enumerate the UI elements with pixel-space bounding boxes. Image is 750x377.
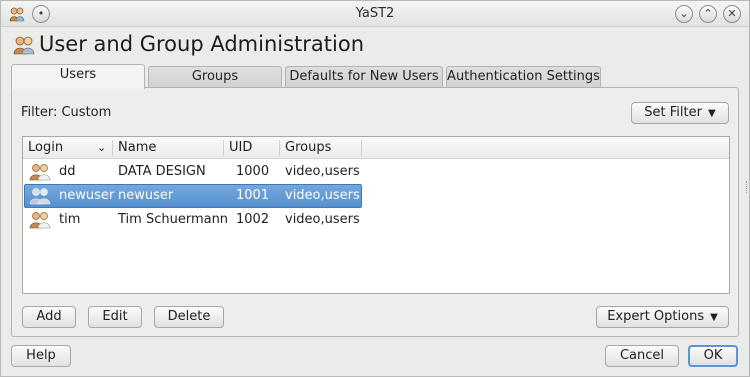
user-pair-icon [29,164,51,181]
titlebar: • YaST2 ⌄ ⌃ ✕ [1,1,749,27]
column-separator [361,140,362,156]
help-label: Help [26,348,56,363]
cell-name: newuser [118,188,174,203]
tab-defaults[interactable]: Defaults for New Users [285,66,443,88]
chevron-down-icon: ▼ [707,108,716,119]
column-separator [223,140,224,156]
delete-label: Delete [167,309,211,324]
cell-login: newuser [59,188,115,203]
table-row-selected[interactable]: newuser newuser 1001 video,users [24,184,362,208]
delete-button[interactable]: Delete [154,306,224,328]
filter-label: Filter: Custom [21,105,112,120]
cancel-button[interactable]: Cancel [605,345,679,367]
cancel-label: Cancel [619,348,665,363]
edit-button[interactable]: Edit [88,306,142,328]
resize-grip[interactable] [746,181,748,193]
user-pair-icon [29,188,51,205]
cell-uid: 1002 [236,212,270,227]
cell-login: dd [59,164,76,179]
tab-users-label: Users [59,67,97,82]
expert-options-button[interactable]: Expert Options ▼ [596,306,729,328]
ok-button[interactable]: OK [688,345,738,367]
tab-users[interactable]: Users [11,64,145,89]
chevron-down-icon: ▼ [710,312,718,323]
minimize-button[interactable]: ⌄ [675,5,693,23]
set-filter-button[interactable]: Set Filter ▼ [631,102,729,124]
column-uid[interactable]: UID [229,140,252,155]
cell-uid: 1000 [236,164,270,179]
column-name[interactable]: Name [118,140,156,155]
tab-groups-label: Groups [191,69,239,84]
cell-groups: video,users [285,212,360,227]
users-icon [13,36,35,55]
tab-authentication-label: Authentication Settings [447,69,600,84]
tab-groups[interactable]: Groups [148,66,282,88]
column-separator [112,140,113,156]
table-row[interactable]: dd DATA DESIGN 1000 video,users [24,160,362,184]
column-login[interactable]: Login [28,140,63,155]
users-table[interactable]: Login ⌄ Name UID Groups dd DATA DESIGN 1… [22,136,730,294]
ok-label: OK [703,348,723,363]
add-button[interactable]: Add [22,306,76,328]
cell-name: Tim Schuermann [118,212,229,227]
close-button[interactable]: ✕ [723,5,741,23]
maximize-button[interactable]: ⌃ [699,5,717,23]
cell-name: DATA DESIGN [118,164,206,179]
tab-authentication[interactable]: Authentication Settings [446,66,601,88]
edit-label: Edit [102,309,128,324]
tab-defaults-label: Defaults for New Users [289,69,439,84]
add-label: Add [36,309,62,324]
yast-window: • YaST2 ⌄ ⌃ ✕ User and Group Administrat… [0,0,750,377]
expert-options-label: Expert Options [607,309,705,324]
table-row[interactable]: tim Tim Schuermann 1002 video,users [24,208,362,232]
column-separator [279,140,280,156]
page-title: User and Group Administration [39,32,364,56]
users-panel: Filter: Custom Set Filter ▼ Login ⌄ Name … [11,87,739,337]
cell-groups: video,users [285,164,360,179]
cell-groups: video,users [285,188,360,203]
cell-login: tim [59,212,81,227]
user-pair-icon [29,212,51,229]
sort-chevron-icon[interactable]: ⌄ [97,141,106,154]
set-filter-label: Set Filter [644,105,702,120]
column-groups[interactable]: Groups [285,140,331,155]
window-title: YaST2 [355,6,395,21]
cell-uid: 1001 [236,188,270,203]
table-header: Login ⌄ Name UID Groups [23,137,729,159]
help-button[interactable]: Help [11,345,71,367]
